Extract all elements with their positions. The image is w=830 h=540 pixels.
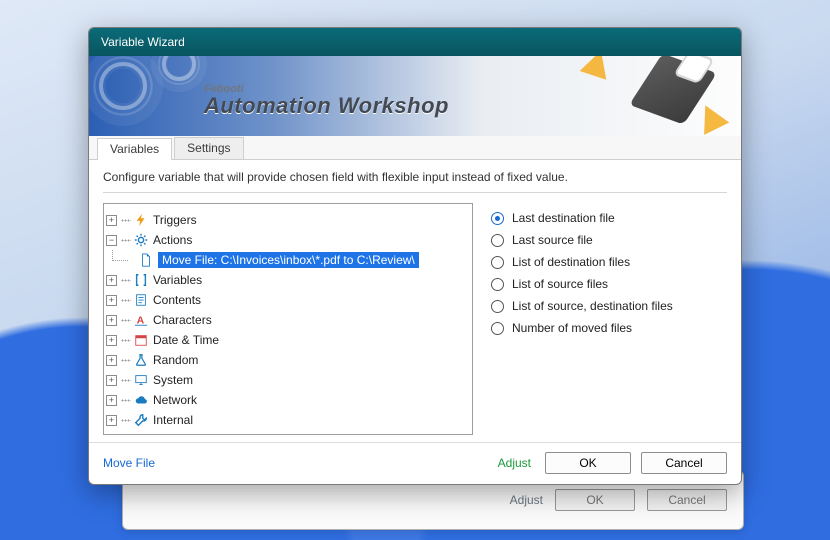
brand: Automation Workshop <box>204 93 449 119</box>
ok-button[interactable]: OK <box>545 452 631 474</box>
wrench-icon <box>133 412 149 428</box>
collapse-icon[interactable]: − <box>106 235 117 246</box>
radio-icon <box>491 256 504 269</box>
tree-label: Triggers <box>153 213 197 227</box>
tree-node-network[interactable]: + Network <box>106 390 468 410</box>
tree-label: Actions <box>153 233 192 247</box>
star-icon <box>580 56 615 80</box>
titlebar: Variable Wizard <box>89 28 741 56</box>
document-icon <box>138 252 154 268</box>
cancel-button[interactable]: Cancel <box>641 452 727 474</box>
tree-label: Contents <box>153 293 201 307</box>
tree-node-random[interactable]: + Random <box>106 350 468 370</box>
category-tree[interactable]: + Triggers − Actions <box>103 203 473 435</box>
expand-icon[interactable]: + <box>106 395 117 406</box>
radio-list-source-files[interactable]: List of source files <box>491 273 727 295</box>
close-button[interactable] <box>689 31 733 53</box>
description: Configure variable that will provide cho… <box>103 170 727 184</box>
variable-wizard-dialog: Variable Wizard Febooti Automation Works… <box>88 27 742 485</box>
tree-label: System <box>153 373 193 387</box>
radio-last-destination-file[interactable]: Last destination file <box>491 207 727 229</box>
radio-icon <box>491 322 504 335</box>
dotted-connector <box>121 239 131 242</box>
radio-icon <box>491 212 504 225</box>
tree-label: Variables <box>153 273 202 287</box>
tree-label: Date & Time <box>153 333 219 347</box>
tree-label: Internal <box>153 413 193 427</box>
tree-label: Characters <box>153 313 212 327</box>
lightning-icon <box>133 212 149 228</box>
expand-icon[interactable]: + <box>106 215 117 226</box>
tree-label: Random <box>153 353 198 367</box>
tree-node-move-file[interactable]: Move File: C:\Invoices\inbox\*.pdf to C:… <box>106 250 468 270</box>
radio-label: List of destination files <box>512 255 630 269</box>
expand-icon[interactable]: + <box>106 375 117 386</box>
tree-node-contents[interactable]: + Contents <box>106 290 468 310</box>
footer-link-move-file[interactable]: Move File <box>103 456 155 470</box>
radio-last-source-file[interactable]: Last source file <box>491 229 727 251</box>
marker-icon <box>641 62 705 116</box>
expand-icon[interactable]: + <box>106 295 117 306</box>
shadow-cancel: Cancel <box>647 489 727 511</box>
tab-variables[interactable]: Variables <box>97 138 172 160</box>
expand-icon[interactable]: + <box>106 335 117 346</box>
tree-node-internal[interactable]: + Internal <box>106 410 468 430</box>
brackets-icon <box>133 272 149 288</box>
radio-icon <box>491 234 504 247</box>
shadow-adjust: Adjust <box>510 493 543 507</box>
tree-node-triggers[interactable]: + Triggers <box>106 210 468 230</box>
tree-label: Network <box>153 393 197 407</box>
radio-icon <box>491 300 504 313</box>
divider <box>103 192 727 193</box>
radio-number-moved-files[interactable]: Number of moved files <box>491 317 727 339</box>
tabstrip: Variables Settings <box>89 136 741 160</box>
expand-icon[interactable]: + <box>106 315 117 326</box>
calendar-icon <box>133 332 149 348</box>
variable-options: Last destination file Last source file L… <box>491 203 727 436</box>
expand-icon[interactable]: + <box>106 415 117 426</box>
radio-label: List of source, destination files <box>512 299 673 313</box>
footer-link-adjust[interactable]: Adjust <box>498 456 531 470</box>
expand-icon[interactable]: + <box>106 275 117 286</box>
expand-icon[interactable]: + <box>106 355 117 366</box>
gear-icon <box>133 232 149 248</box>
radio-list-source-destination-files[interactable]: List of source, destination files <box>491 295 727 317</box>
tree-node-actions[interactable]: − Actions <box>106 230 468 250</box>
tree-node-datetime[interactable]: + Date & Time <box>106 330 468 350</box>
dotted-connector <box>121 219 131 222</box>
cloud-icon <box>133 392 149 408</box>
flask-icon <box>133 352 149 368</box>
radio-icon <box>491 278 504 291</box>
footer: Move File Adjust OK Cancel <box>89 442 741 484</box>
tree-connector <box>106 250 136 270</box>
svg-text:A: A <box>137 315 145 327</box>
tree-node-characters[interactable]: + A Characters <box>106 310 468 330</box>
tree-node-system[interactable]: + System <box>106 370 468 390</box>
radio-label: Number of moved files <box>512 321 632 335</box>
radio-label: List of source files <box>512 277 608 291</box>
letter-a-icon: A <box>133 312 149 328</box>
tree-node-variables[interactable]: + Variables <box>106 270 468 290</box>
radio-list-destination-files[interactable]: List of destination files <box>491 251 727 273</box>
tab-settings[interactable]: Settings <box>174 137 243 159</box>
monitor-icon <box>133 372 149 388</box>
radio-label: Last destination file <box>512 211 615 225</box>
banner: Febooti Automation Workshop <box>89 56 741 136</box>
page-icon <box>133 292 149 308</box>
radio-label: Last source file <box>512 233 593 247</box>
shadow-ok: OK <box>555 489 635 511</box>
window-title: Variable Wizard <box>101 35 689 49</box>
tree-label: Move File: C:\Invoices\inbox\*.pdf to C:… <box>158 252 419 268</box>
